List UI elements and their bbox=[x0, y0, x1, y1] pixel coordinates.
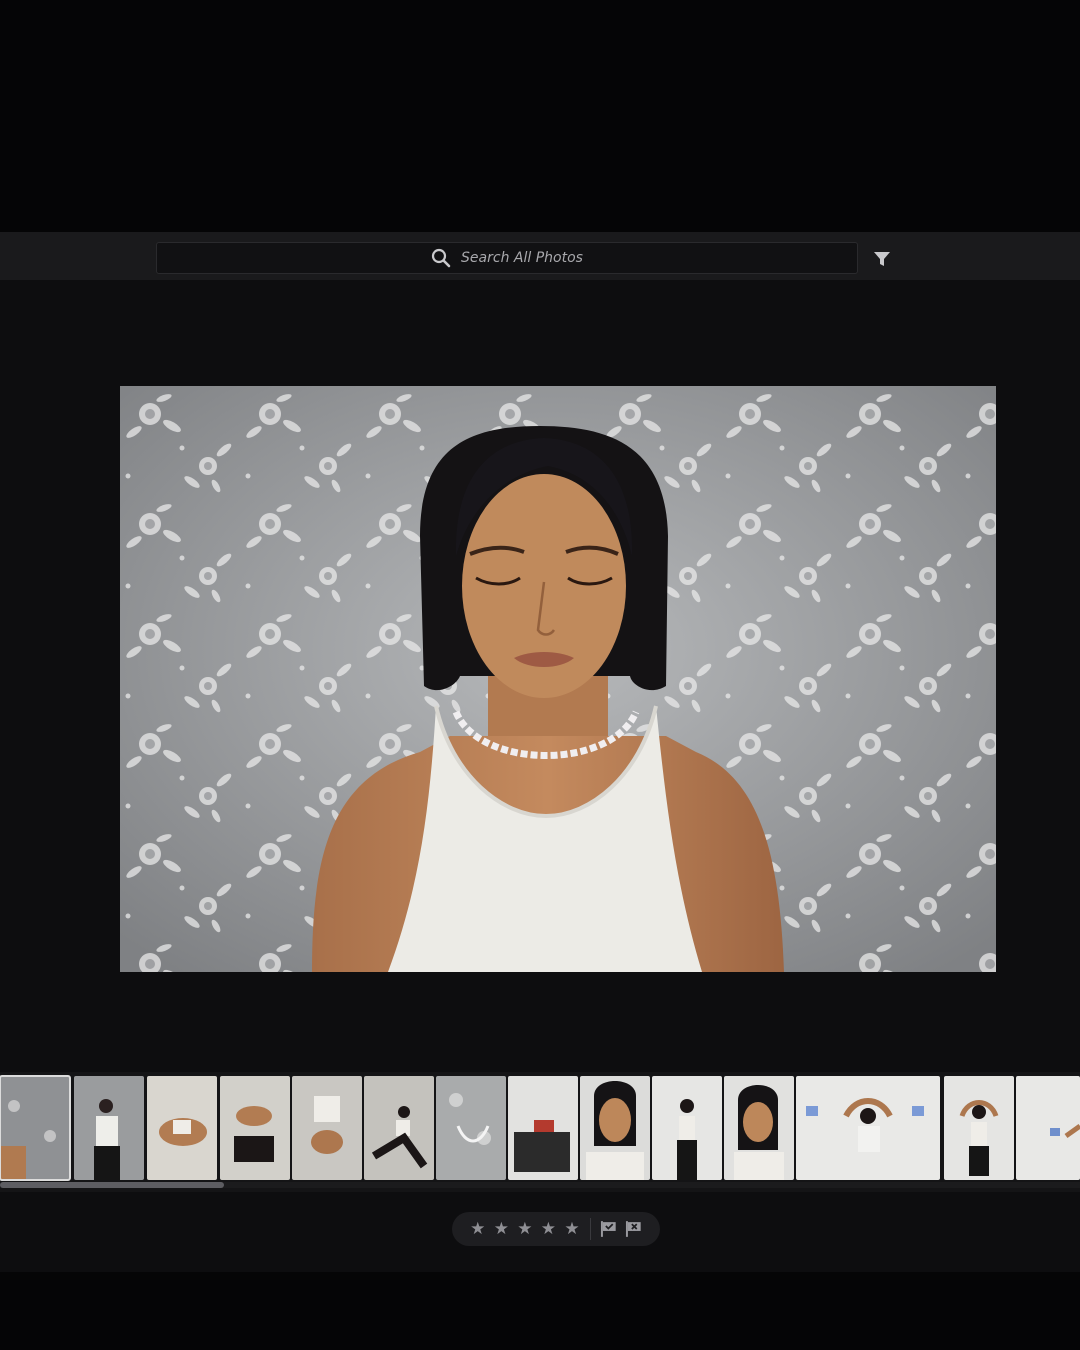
thumbnail[interactable] bbox=[1016, 1076, 1080, 1180]
reject-flag-icon[interactable] bbox=[624, 1219, 644, 1239]
thumbnail[interactable] bbox=[364, 1076, 434, 1180]
thumbnail[interactable] bbox=[652, 1076, 722, 1180]
star-5-icon[interactable]: ★ bbox=[560, 1219, 584, 1239]
filmstrip bbox=[0, 1072, 1080, 1192]
main-photo bbox=[120, 386, 996, 972]
thumbnail[interactable] bbox=[292, 1076, 362, 1180]
toolbar-divider bbox=[589, 1218, 591, 1240]
filmstrip-scrollbar[interactable] bbox=[0, 1182, 1080, 1188]
thumbnail[interactable] bbox=[436, 1076, 506, 1180]
thumbnail[interactable] bbox=[724, 1076, 794, 1180]
search-icon bbox=[431, 248, 451, 268]
photo-viewer[interactable] bbox=[120, 386, 996, 972]
thumbnail[interactable] bbox=[796, 1076, 940, 1180]
star-2-icon[interactable]: ★ bbox=[490, 1219, 514, 1239]
thumbnail[interactable] bbox=[220, 1076, 290, 1180]
star-1-icon[interactable]: ★ bbox=[466, 1219, 490, 1239]
thumbnail[interactable] bbox=[0, 1075, 71, 1181]
thumbnail[interactable] bbox=[508, 1076, 578, 1180]
pick-flag-icon[interactable] bbox=[599, 1219, 619, 1239]
thumbnail[interactable] bbox=[944, 1076, 1014, 1180]
thumbnail[interactable] bbox=[74, 1076, 144, 1180]
thumbnail[interactable] bbox=[580, 1076, 650, 1180]
star-3-icon[interactable]: ★ bbox=[513, 1219, 537, 1239]
search-field[interactable]: Search All Photos bbox=[156, 242, 858, 274]
filter-icon[interactable] bbox=[872, 250, 892, 268]
star-4-icon[interactable]: ★ bbox=[537, 1219, 561, 1239]
search-placeholder: Search All Photos bbox=[461, 250, 583, 266]
top-bar: Search All Photos bbox=[0, 232, 1080, 280]
scrollbar-thumb[interactable] bbox=[0, 1182, 224, 1188]
app-window: Search All Photos ★ ★ ★ ★ ★ bbox=[0, 232, 1080, 1272]
rating-toolbar: ★ ★ ★ ★ ★ bbox=[452, 1212, 660, 1246]
thumbnail[interactable] bbox=[147, 1076, 217, 1180]
